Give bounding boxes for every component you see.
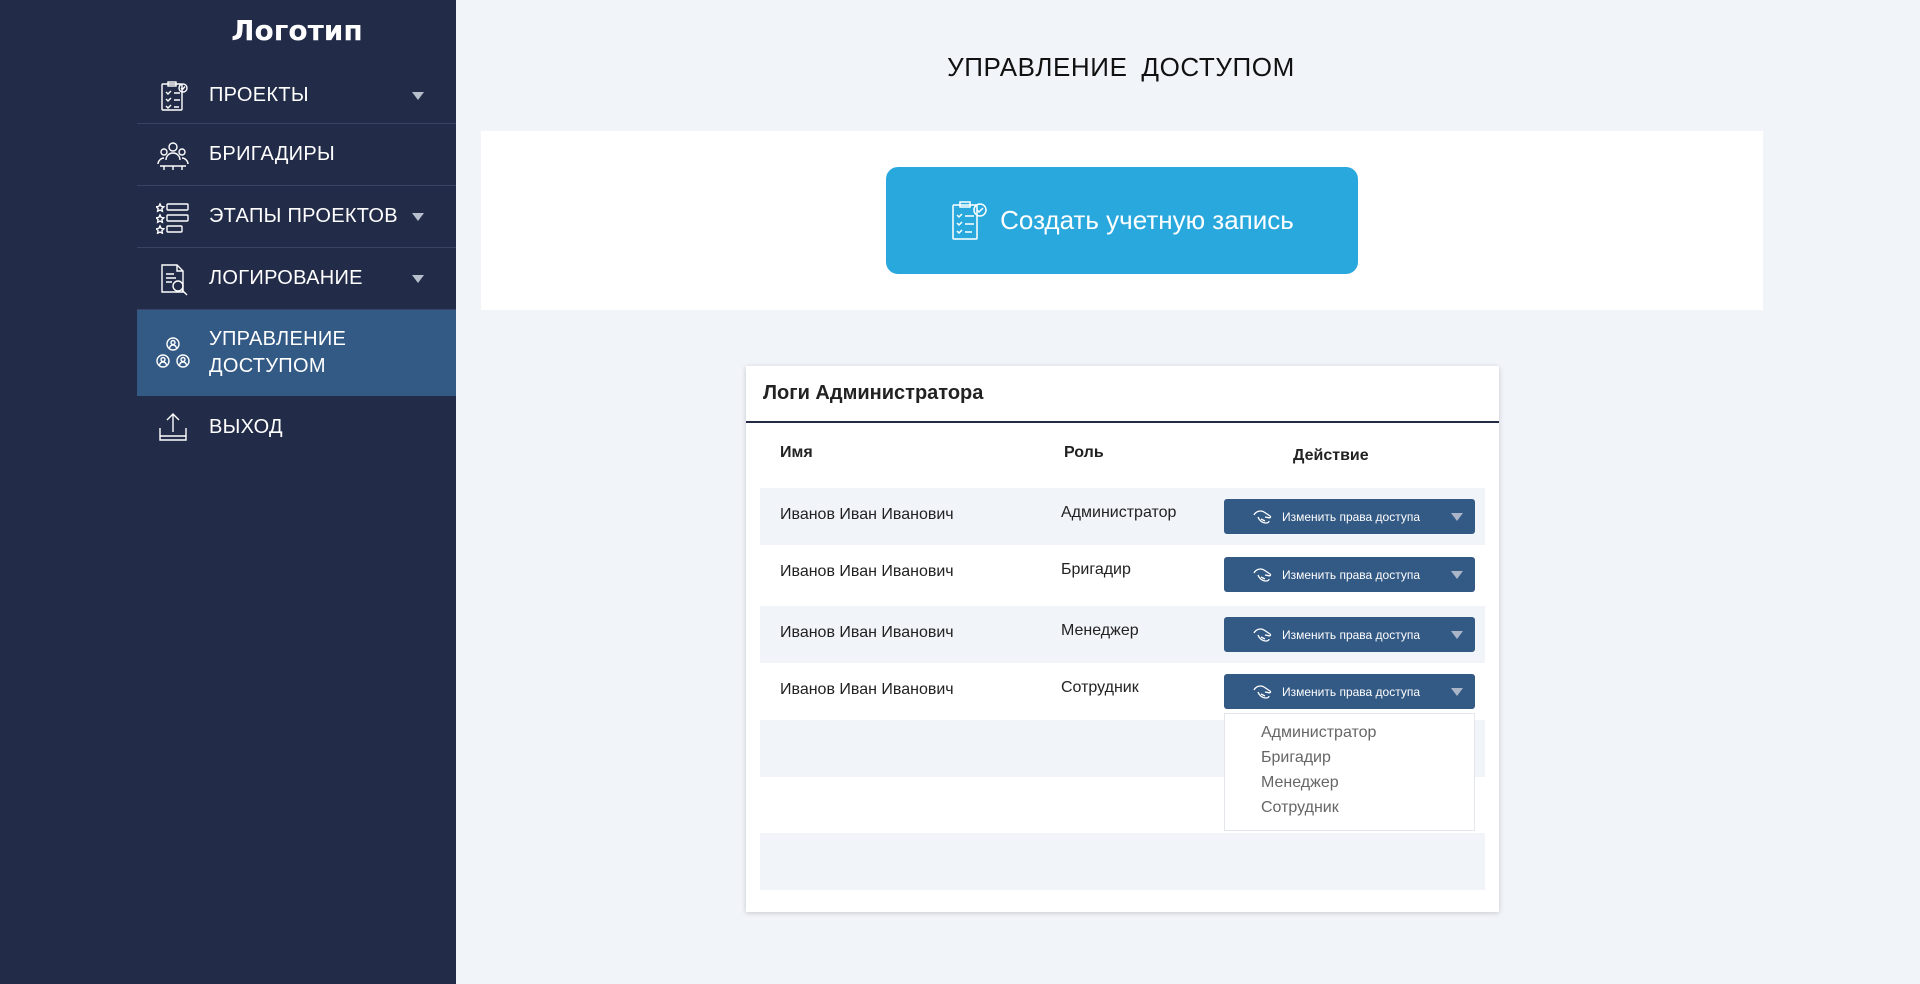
empty-table-row	[760, 833, 1485, 890]
sidebar-item-project-stages[interactable]: ЭТАПЫ ПРОЕКТОВ	[137, 186, 456, 248]
table-row: Иванов Иван Иванович Бригадир Изменить п…	[760, 545, 1485, 602]
dropdown-option-manager[interactable]: Менеджер	[1225, 770, 1474, 795]
change-access-button-label: Изменить права доступа	[1282, 509, 1421, 524]
hand-pointer-icon	[1253, 684, 1272, 699]
page-title: УПРАВЛЕНИЕ ДОСТУПОМ	[947, 52, 1295, 82]
table-row: Иванов Иван Иванович Менеджер Изменить п…	[760, 606, 1485, 663]
sidebar-item-projects[interactable]: ПРОЕКТЫ	[137, 68, 456, 124]
row-role: Сотрудник	[1061, 679, 1139, 696]
sidebar-item-label: ЭТАПЫ ПРОЕКТОВ	[209, 205, 398, 227]
row-name: Иванов Иван Иванович	[780, 506, 954, 523]
role-dropdown-menu: Администратор Бригадир Менеджер Сотрудни…	[1224, 713, 1475, 831]
row-role: Менеджер	[1061, 622, 1139, 639]
sidebar-item-label: ПРОЕКТЫ	[209, 84, 309, 106]
sidebar-item-label: БРИГАДИРЫ	[209, 143, 336, 165]
dropdown-option-foreman[interactable]: Бригадир	[1225, 745, 1474, 770]
row-name: Иванов Иван Иванович	[780, 681, 954, 698]
row-name: Иванов Иван Иванович	[780, 563, 954, 580]
table-row: Иванов Иван Иванович Администратор Измен…	[760, 488, 1485, 545]
clipboard-check-icon	[137, 79, 209, 113]
sidebar-item-logging[interactable]: ЛОГИРОВАНИЕ	[137, 248, 456, 310]
chevron-down-icon	[1451, 688, 1463, 696]
create-account-button[interactable]: Создать учетную запись	[886, 167, 1358, 274]
hand-pointer-icon	[1253, 509, 1272, 524]
sidebar-item-foremen[interactable]: БРИГАДИРЫ	[137, 124, 456, 186]
change-access-button[interactable]: Изменить права доступа	[1224, 557, 1475, 592]
hand-pointer-icon	[1253, 627, 1272, 642]
sidebar-item-logout[interactable]: ВЫХОД	[137, 396, 456, 458]
sidebar-item-label: ВЫХОД	[209, 415, 283, 438]
chevron-down-icon	[412, 91, 424, 100]
admin-logs-card: Логи Администратора Имя Роль Действие Ив…	[746, 366, 1499, 912]
column-header-name: Имя	[780, 444, 813, 461]
change-access-button[interactable]: Изменить права доступа	[1224, 617, 1475, 652]
hand-pointer-icon	[1253, 567, 1272, 582]
sidebar: Логотип ПРОЕКТЫ БРИГАДИРЫ ЭТАПЫ ПРОЕКТОВ	[0, 0, 456, 984]
column-header-action: Действие	[1293, 447, 1369, 464]
chevron-down-icon	[1451, 513, 1463, 521]
chevron-down-icon	[412, 212, 424, 221]
create-account-button-label: Создать учетную запись	[1000, 205, 1294, 235]
dropdown-option-administrator[interactable]: Администратор	[1225, 720, 1474, 745]
change-access-button-label: Изменить права доступа	[1282, 684, 1421, 699]
change-access-button-label: Изменить права доступа	[1282, 567, 1421, 582]
team-icon	[137, 138, 209, 172]
sidebar-item-access-management[interactable]: УПРАВЛЕНИЕ ДОСТУПОМ	[137, 310, 456, 396]
sidebar-item-label: ЛОГИРОВАНИЕ	[209, 267, 363, 289]
row-role: Бригадир	[1061, 561, 1131, 578]
log-search-icon	[137, 262, 209, 296]
access-users-icon	[137, 336, 209, 370]
change-access-button[interactable]: Изменить права доступа	[1224, 499, 1475, 534]
logo: Логотип	[231, 14, 363, 47]
sidebar-nav: ПРОЕКТЫ БРИГАДИРЫ ЭТАПЫ ПРОЕКТОВ ЛОГИРОВ…	[137, 68, 456, 458]
row-name: Иванов Иван Иванович	[780, 624, 954, 641]
logout-icon	[137, 410, 209, 444]
clipboard-check-icon	[952, 200, 987, 240]
chevron-down-icon	[412, 274, 424, 283]
chevron-down-icon	[1451, 571, 1463, 579]
chevron-down-icon	[1451, 631, 1463, 639]
table-row: Иванов Иван Иванович Сотрудник Изменить …	[760, 663, 1485, 720]
sidebar-item-label: УПРАВЛЕНИЕ ДОСТУПОМ	[209, 328, 347, 377]
dropdown-option-employee[interactable]: Сотрудник	[1225, 795, 1474, 820]
row-role: Администратор	[1061, 504, 1177, 521]
change-access-button[interactable]: Изменить права доступа	[1224, 674, 1475, 709]
stages-list-icon	[137, 200, 209, 234]
column-header-role: Роль	[1064, 444, 1104, 461]
change-access-button-label: Изменить права доступа	[1282, 627, 1421, 642]
card-title: Логи Администратора	[746, 366, 1499, 423]
